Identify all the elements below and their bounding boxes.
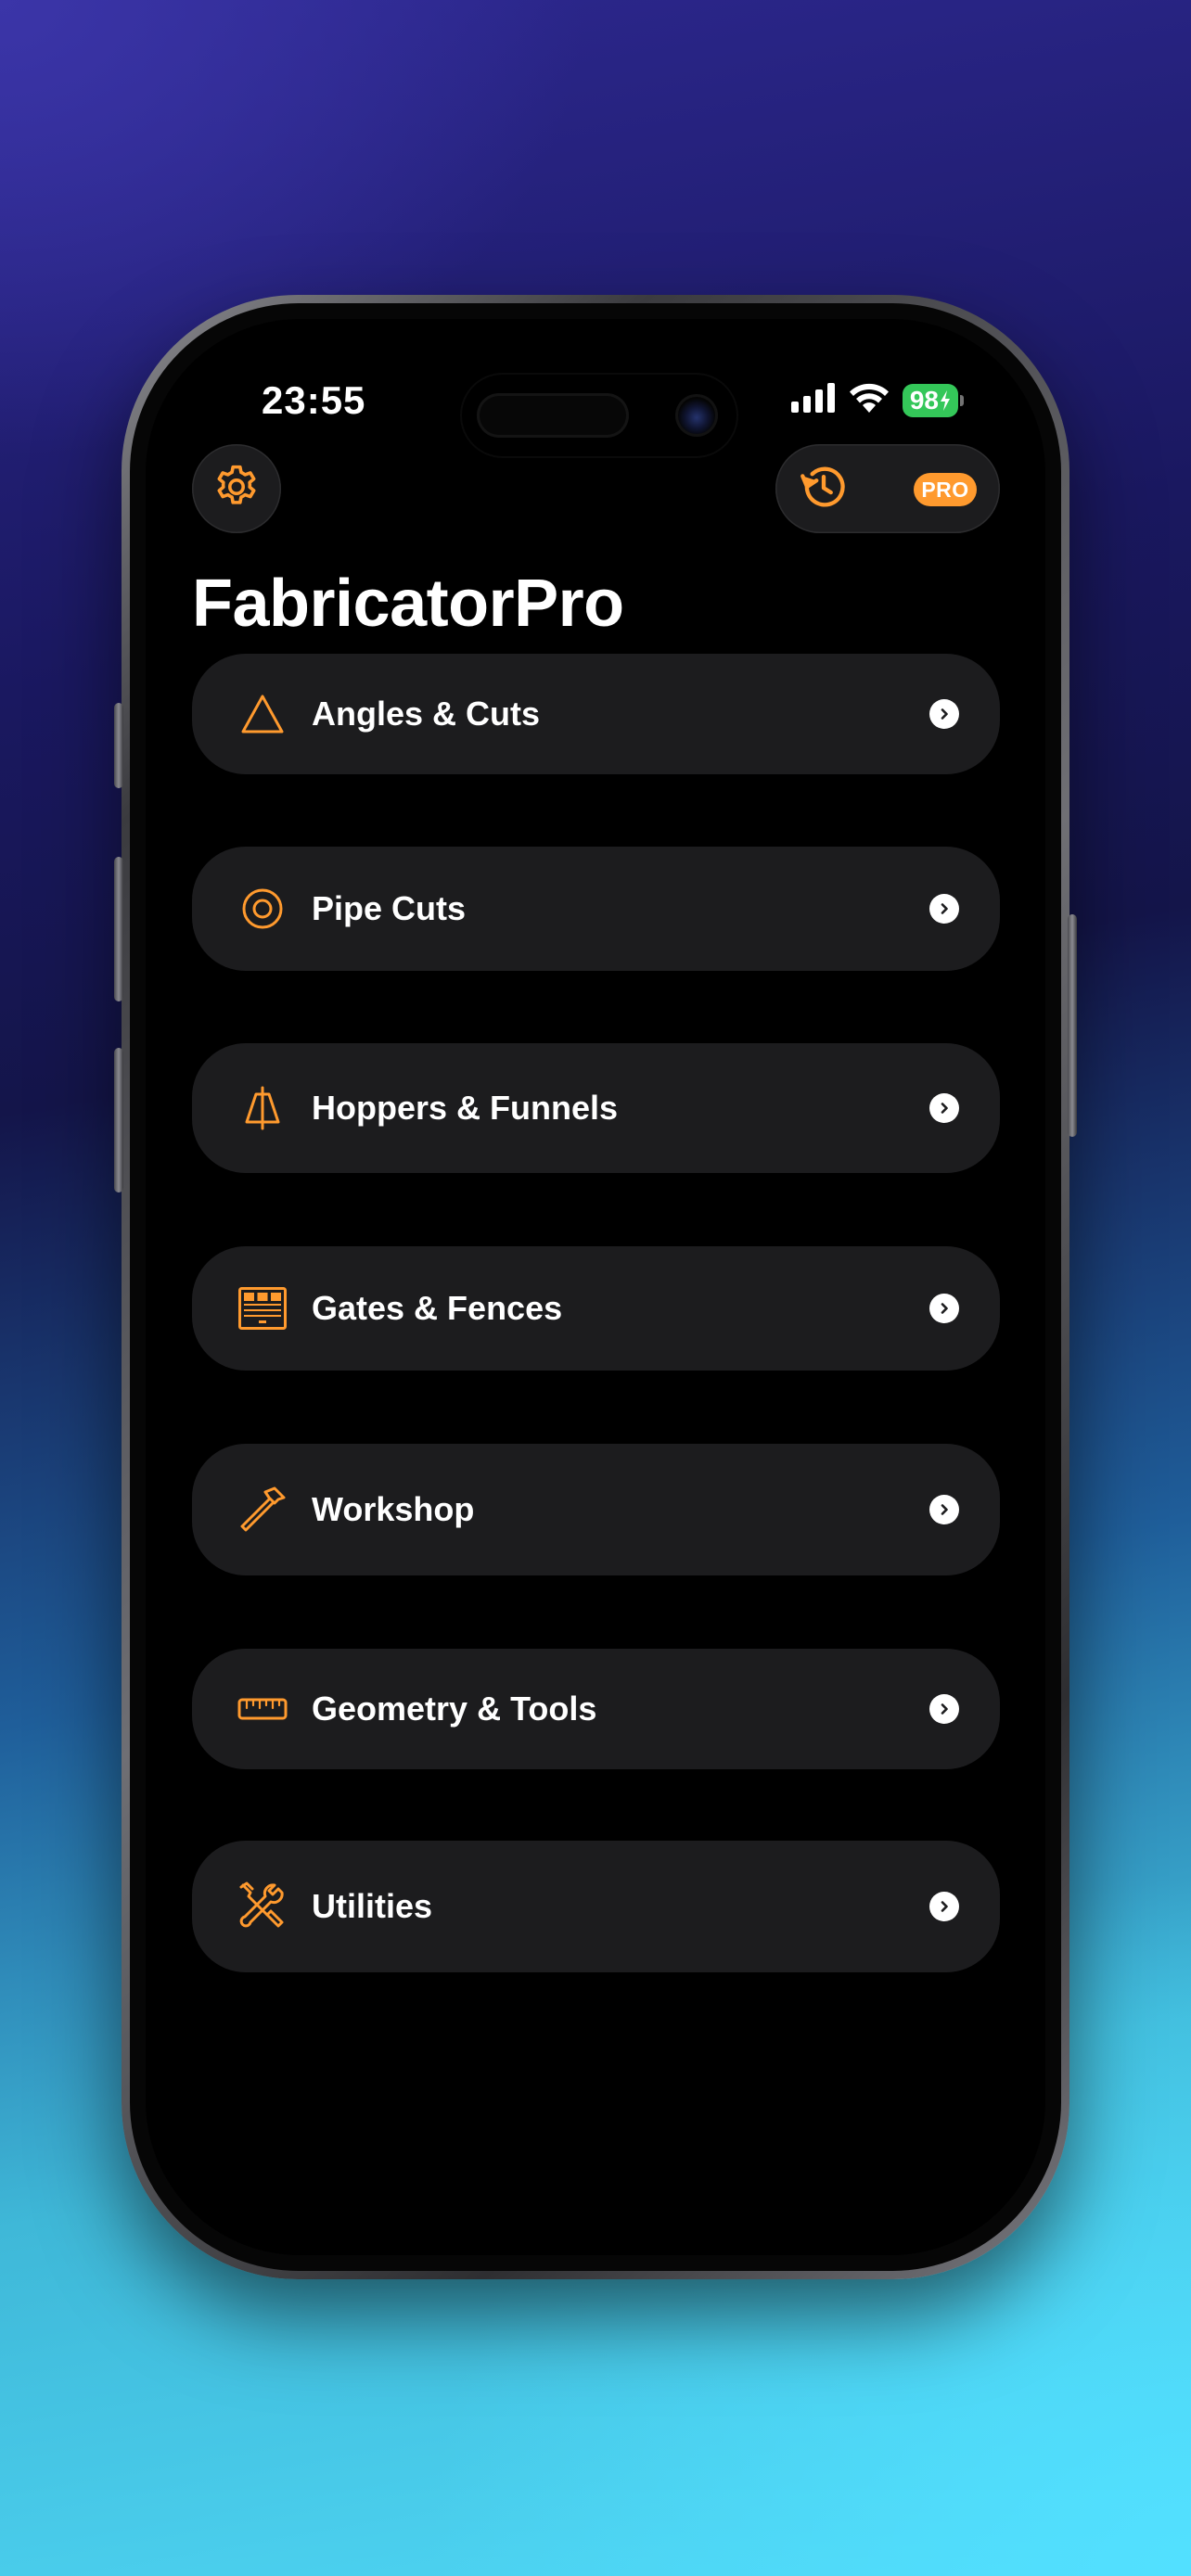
menu-item-pipe-cuts[interactable]: Pipe Cuts xyxy=(192,847,1000,971)
chevron-right-icon xyxy=(929,699,959,729)
chevron-right-icon xyxy=(929,1495,959,1524)
battery-cap xyxy=(960,394,964,406)
menu-item-label: Hoppers & Funnels xyxy=(312,1089,619,1127)
battery-body: 98 xyxy=(902,383,958,417)
chevron-right-icon xyxy=(929,1294,959,1323)
chevron-right-icon xyxy=(929,894,959,924)
action-button xyxy=(114,703,123,788)
settings-button[interactable] xyxy=(192,444,281,533)
power-button xyxy=(1068,914,1077,1137)
screen: 23:55 98 PRO FabricatorPro Angles & Cuts… xyxy=(146,319,1045,2255)
menu-item-label: Angles & Cuts xyxy=(312,695,541,733)
battery-percent: 98 xyxy=(909,385,939,414)
menu-item-hoppers-funnels[interactable]: Hoppers & Funnels xyxy=(192,1043,1000,1173)
menu-item-label: Geometry & Tools xyxy=(312,1690,597,1728)
menu-item-label: Pipe Cuts xyxy=(312,889,467,927)
status-time: 23:55 xyxy=(262,378,366,422)
volume-down-button xyxy=(114,1048,123,1192)
ruler-icon xyxy=(235,1681,290,1737)
menu-item-label: Utilities xyxy=(312,1887,433,1925)
pipe-ring-icon xyxy=(235,881,290,937)
status-icons: 98 xyxy=(790,382,964,418)
dynamic-island xyxy=(462,375,736,456)
chevron-right-icon xyxy=(929,1694,959,1724)
history-button[interactable] xyxy=(796,461,852,516)
funnel-icon xyxy=(235,1080,290,1136)
pro-badge[interactable]: PRO xyxy=(914,473,977,506)
volume-up-button xyxy=(114,857,123,1001)
top-actions: PRO xyxy=(775,444,1000,533)
menu-item-label: Workshop xyxy=(312,1490,475,1528)
tools-icon xyxy=(235,1879,290,1934)
triangle-icon xyxy=(235,686,290,742)
chevron-right-icon xyxy=(929,1093,959,1123)
hammer-icon xyxy=(235,1482,290,1537)
chevron-right-icon xyxy=(929,1892,959,1921)
charging-bolt-icon xyxy=(941,389,950,411)
island-sensor xyxy=(477,393,629,438)
menu-item-angles-cuts[interactable]: Angles & Cuts xyxy=(192,654,1000,774)
gate-icon xyxy=(235,1281,290,1336)
gear-icon xyxy=(211,462,262,516)
menu-item-workshop[interactable]: Workshop xyxy=(192,1444,1000,1575)
wifi-icon xyxy=(849,382,890,418)
page-title: FabricatorPro xyxy=(192,567,624,641)
menu-item-gates-fences[interactable]: Gates & Fences xyxy=(192,1246,1000,1371)
history-icon xyxy=(797,460,851,518)
menu-item-utilities[interactable]: Utilities xyxy=(192,1841,1000,1972)
menu-item-label: Gates & Fences xyxy=(312,1289,563,1327)
phone-frame: 23:55 98 PRO FabricatorPro Angles & Cuts… xyxy=(114,295,1077,2279)
cellular-signal-icon xyxy=(790,383,836,417)
front-camera xyxy=(675,394,718,437)
menu-item-geometry-tools[interactable]: Geometry & Tools xyxy=(192,1649,1000,1769)
battery-indicator: 98 xyxy=(902,383,964,417)
